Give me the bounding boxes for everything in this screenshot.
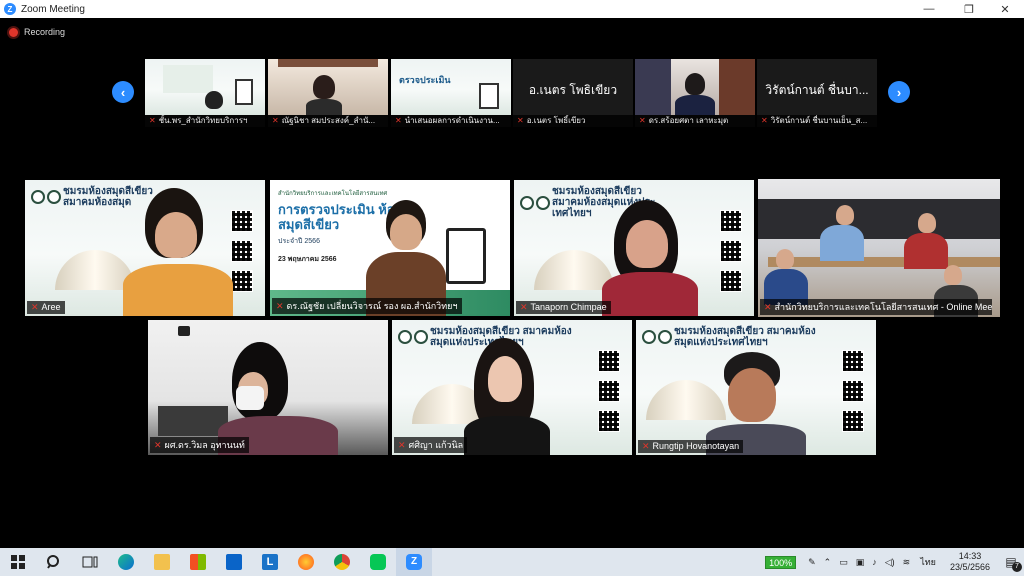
mic-muted-icon: ✕ [272,116,279,125]
thumbnail-participant[interactable]: วิรัตน์กานต์ ชื่นบา... ✕ วิรัตน์กานต์ ชื่… [757,59,877,127]
windows-start-icon[interactable] [0,548,36,576]
virtual-background: ชมรมห้องสมุดสีเขียว สมาคมห้องสมุดแห่งประ… [392,320,632,455]
close-button[interactable]: ✕ [988,0,1022,18]
mic-muted-icon: ✕ [642,441,650,451]
pen-icon[interactable]: ✎ [808,557,816,568]
thumbnail-video [268,59,388,115]
file-explorer-icon[interactable] [144,548,180,576]
virtual-background: ชมรมห้องสมุดสีเขียว สมาคมห้องสมุดแห่งประ… [636,320,876,455]
volume-icon[interactable]: ◁) [885,557,895,568]
thumbnail-participant[interactable]: ตรวจประเมิน ✕ นำเสนอผลการดำเนินงาน... [391,59,511,127]
mic-muted-icon: ✕ [149,116,156,125]
participant-name: ✕ ผศ.ดร.วิมล อุทานนท์ [150,437,249,453]
thumbnail-video [145,59,265,115]
thumbnail-video: ตรวจประเมิน [391,59,511,115]
mic-muted-icon: ✕ [764,302,772,312]
minimize-button[interactable]: — [912,0,946,18]
clock-time: 14:33 [958,551,982,561]
mic-muted-icon: ✕ [31,302,39,312]
thumbnail-video [635,59,755,115]
thumbnail-participant[interactable]: อ.เนตร โพธิเขียว ✕ อ.เนตร โพธิ์เขียว [513,59,633,127]
microphone-icon[interactable]: ♪ [872,557,877,567]
l-app-icon[interactable]: L [252,548,288,576]
battery-icon[interactable]: ▭ [839,557,848,568]
notification-center[interactable]: ▤ 7 [998,548,1024,576]
thumbnail-name: ✕ ชั้น.พร_สำนักวิทยบริการฯ [145,115,265,127]
clock-date: 23/5/2566 [949,562,990,572]
clock[interactable]: 14:33 23/5/2566 [950,551,990,573]
mic-muted-icon: ✕ [395,116,402,125]
firefox-icon[interactable] [288,548,324,576]
video-tile[interactable]: ชมรมห้องสมุดสีเขียว สมาคมห้องสมุดแห่งประ… [636,320,876,455]
zoom-app-icon[interactable]: Z [396,548,432,576]
search-icon[interactable] [36,548,72,576]
participant-name: ✕ ศศิญา แก้วนิล [394,437,468,453]
video-tile[interactable]: ชมรมห้องสมุดสีเขียว สมาคมห้องสมุดแห่งประ… [514,180,754,316]
window-title: Zoom Meeting [21,3,85,15]
video-tile-active-speaker[interactable]: ✕ สำนักวิทยบริการและเทคโนโลยีสารสนเทศ - O… [758,179,1000,317]
strip-prev-button[interactable]: ‹ [112,81,134,103]
mail-icon[interactable] [216,548,252,576]
task-view-icon[interactable] [72,548,108,576]
thumbnail-participant[interactable]: ✕ ดร.สร้อยศตา เลาหะมุต [635,59,755,127]
participant-name: ✕ ดร.ณัฐชัย เปลี่ยนวิจารณ์ รอง ผอ.สำนักวิ… [272,298,462,314]
thumbnail-participant[interactable]: ✕ ณัฐนิชา สมประสงค์_สำนั... [268,59,388,127]
recording-label: Recording [24,27,66,37]
maximize-button[interactable]: ❐ [952,0,986,18]
participant-name: ✕ Tanaporn Chimpae [516,301,611,314]
line-app-icon[interactable] [360,548,396,576]
mic-muted-icon: ✕ [398,440,406,450]
virtual-background: ชมรมห้องสมุดสีเขียว สมาคมห้องสมุดแห่งประ… [514,180,754,316]
mic-muted-icon: ✕ [154,440,162,450]
participant-name: ✕ Rungtip Hovanotayan [638,440,744,453]
thumbnail-name: ✕ วิรัตน์กานต์ ชื่นบานเย็น_ส... [757,115,877,127]
room-video [148,320,388,455]
video-tile[interactable]: ชมรมห้องสมุดสีเขียว สมาคมห้องสมุด ✕ Aree [25,180,265,316]
title-bar: Z Zoom Meeting — ❐ ✕ [0,0,1024,18]
mic-muted-icon: ✕ [517,116,524,125]
room-video [758,179,1000,317]
thumbnail-participant[interactable]: ✕ ชั้น.พร_สำนักวิทยบริการฯ [145,59,265,127]
edge-browser-icon[interactable] [108,548,144,576]
video-tile[interactable]: ชมรมห้องสมุดสีเขียว สมาคมห้องสมุดแห่งประ… [392,320,632,455]
participant-name: ✕ Aree [27,301,65,314]
thumbnail-display-name: วิรัตน์กานต์ ชื่นบา... [765,83,869,97]
battery-indicator[interactable]: 100% [765,555,797,569]
thumbnail-name: ✕ อ.เนตร โพธิ์เขียว [513,115,633,127]
strip-next-button[interactable]: › [888,81,910,103]
thumbnail-name: ✕ นำเสนอผลการดำเนินงาน... [391,115,511,127]
recording-indicator[interactable]: Recording [9,27,65,37]
thumbnail-name: ✕ ดร.สร้อยศตา เลาหะมุต [635,115,755,127]
virtual-background: ชมรมห้องสมุดสีเขียว สมาคมห้องสมุด [25,180,265,316]
language-indicator[interactable]: ไทย [920,555,936,569]
chevron-up-icon[interactable]: ⌃ [824,557,832,568]
video-tile[interactable]: ✕ ผศ.ดร.วิมล อุทานนท์ [148,320,388,455]
microsoft-store-icon[interactable] [180,548,216,576]
system-tray: 100% ✎ ⌃ ▭ ▣ ♪ ◁) ≋ ไทย 14:33 23/5/2566 … [765,548,1024,576]
windows-taskbar: L Z 100% ✎ ⌃ ▭ ▣ ♪ ◁) ≋ ไทย 14:33 23/5/2… [0,548,1024,576]
mic-muted-icon: ✕ [276,301,284,311]
mic-muted-icon: ✕ [761,116,768,125]
thumbnail-name: ✕ ณัฐนิชา สมประสงค์_สำนั... [268,115,388,127]
display-icon[interactable]: ▣ [856,557,865,568]
thumbnail-display-name: อ.เนตร โพธิเขียว [528,83,618,97]
chrome-icon[interactable] [324,548,360,576]
notification-count: 7 [1012,562,1022,572]
zoom-logo-icon: Z [4,3,16,15]
virtual-background: สำนักวิทยบริการและเทคโนโลยีสารสนเทศ การต… [270,180,510,316]
video-tile[interactable]: สำนักวิทยบริการและเทคโนโลยีสารสนเทศ การต… [270,180,510,316]
wifi-icon[interactable]: ≋ [903,557,911,568]
recording-dot-icon [9,27,18,37]
participant-name: ✕ สำนักวิทยบริการและเทคโนโลยีสารสนเทศ - O… [760,299,993,315]
mic-muted-icon: ✕ [520,302,528,312]
mic-muted-icon: ✕ [639,116,646,125]
